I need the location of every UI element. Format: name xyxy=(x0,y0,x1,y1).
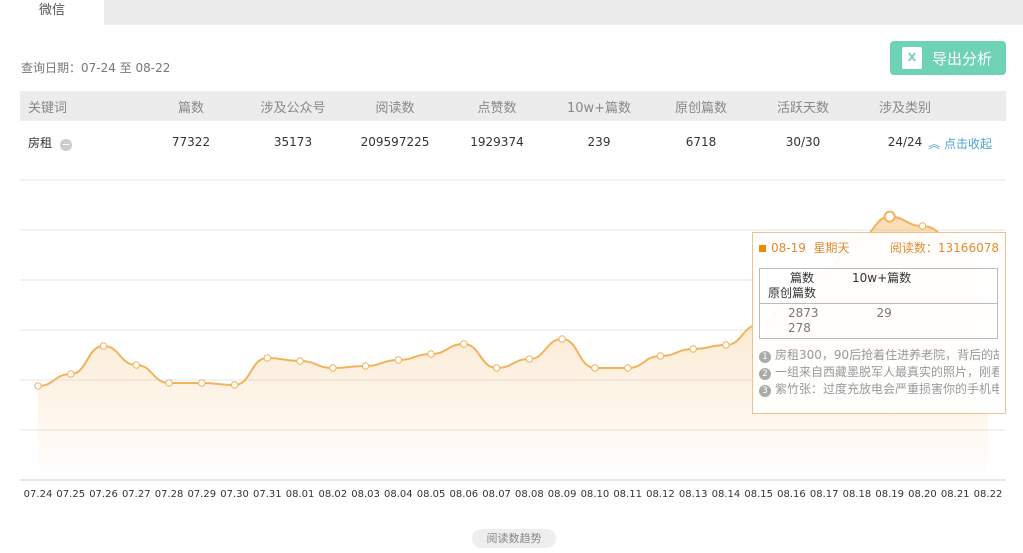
x-tick-label: 08.01 xyxy=(285,489,315,500)
x-tick-label: 08.14 xyxy=(711,489,741,500)
data-point[interactable] xyxy=(689,345,697,353)
news-title: 一组来自西藏墨脱军人最真实的照片，刚看 xyxy=(775,365,999,379)
news-title: 紫竹张：过度充放电会严重损害你的手机电 xyxy=(775,382,999,396)
data-point[interactable] xyxy=(67,370,75,378)
tooltip-val-original: 278 xyxy=(788,321,811,335)
series-marker-icon xyxy=(759,245,766,252)
tooltip-val-articles: 2873 xyxy=(788,306,819,320)
data-point[interactable] xyxy=(460,340,468,348)
news-item[interactable]: 1 房租300，90后抢着住进养老院，背后的故 xyxy=(759,347,999,364)
data-point[interactable] xyxy=(918,222,927,230)
data-point[interactable] xyxy=(492,364,501,372)
tooltip-col-10w: 10w+篇数 xyxy=(852,271,912,285)
tooltip-col-original: 原创篇数 xyxy=(768,286,817,300)
x-tick-label: 08.18 xyxy=(842,489,872,500)
x-tick-label: 08.12 xyxy=(646,489,675,500)
reads-trend-button[interactable]: 阅读数趋势 xyxy=(472,529,556,548)
news-item[interactable]: 2 一组来自西藏墨脱军人最真实的照片，刚看 xyxy=(759,364,999,381)
x-tick-label: 08.03 xyxy=(351,489,380,500)
data-point[interactable] xyxy=(394,356,403,364)
tooltip-val-10w: 29 xyxy=(876,306,892,320)
data-point[interactable] xyxy=(558,335,566,343)
x-tick-label: 08.19 xyxy=(875,489,905,500)
tooltip-date: 08-19 xyxy=(771,241,806,255)
data-point[interactable] xyxy=(591,364,599,372)
data-point[interactable] xyxy=(656,352,665,360)
data-point[interactable] xyxy=(296,357,304,365)
x-tick-label: 07.26 xyxy=(89,489,118,500)
chart-tooltip: 08-19 星期天 阅读数：13166078 篇数 10w+篇数 原创篇数 2873 2… xyxy=(752,232,1006,414)
tooltip-news-list: 1 房租300，90后抢着住进养老院，背后的故 2 一组来自西藏墨脱军人最真实的照片… xyxy=(759,347,999,398)
data-point[interactable] xyxy=(883,210,896,223)
data-point[interactable] xyxy=(623,364,632,372)
x-tick-label: 07.25 xyxy=(56,489,86,500)
data-point[interactable] xyxy=(99,342,108,350)
x-tick-label: 08.05 xyxy=(416,489,446,500)
x-tick-label: 07.31 xyxy=(252,489,282,500)
rank-1-icon: 1 xyxy=(759,351,771,363)
tooltip-table: 篇数 10w+篇数原创篇数 2873 29 278 xyxy=(759,268,998,339)
rank-2-icon: 2 xyxy=(759,368,771,380)
x-tick-label: 08.10 xyxy=(580,489,610,500)
x-tick-label: 07.27 xyxy=(121,489,151,500)
news-item[interactable]: 3 紫竹张：过度充放电会严重损害你的手机电 xyxy=(759,381,999,398)
tooltip-col-articles: 篇数 xyxy=(790,271,815,285)
rank-3-icon: 3 xyxy=(759,385,771,397)
data-point[interactable] xyxy=(198,379,206,387)
data-point[interactable] xyxy=(525,355,534,363)
data-point[interactable] xyxy=(722,341,730,349)
x-tick-label: 07.30 xyxy=(220,489,249,500)
x-tick-label: 08.02 xyxy=(318,489,348,500)
data-point[interactable] xyxy=(132,361,140,369)
x-tick-label: 08.16 xyxy=(777,489,806,500)
data-point[interactable] xyxy=(165,379,173,387)
x-tick-label: 08.08 xyxy=(515,489,544,500)
x-tick-label: 08.09 xyxy=(547,489,577,500)
data-point[interactable] xyxy=(230,381,239,389)
tooltip-reads: 阅读数：13166078 xyxy=(889,241,999,255)
x-tick-label: 08.07 xyxy=(482,489,511,500)
data-point[interactable] xyxy=(263,354,272,362)
x-tick-label: 08.13 xyxy=(678,489,708,500)
x-tick-label: 08.22 xyxy=(973,489,1003,500)
x-tick-label: 07.29 xyxy=(187,489,217,500)
x-tick-label: 08.21 xyxy=(940,489,970,500)
x-tick-label: 08.04 xyxy=(384,489,413,500)
x-tick-label: 07.28 xyxy=(154,489,184,500)
data-point[interactable] xyxy=(427,350,435,358)
x-tick-label: 07.24 xyxy=(23,489,53,500)
news-title: 房租300，90后抢着住进养老院，背后的故 xyxy=(775,348,999,362)
data-point[interactable] xyxy=(34,382,42,390)
x-tick-label: 08.06 xyxy=(449,489,479,500)
x-tick-label: 08.20 xyxy=(908,489,937,500)
data-point[interactable] xyxy=(329,364,337,372)
tooltip-weekday: 星期天 xyxy=(813,241,850,255)
x-tick-label: 08.11 xyxy=(613,489,642,500)
x-tick-label: 08.15 xyxy=(744,489,774,500)
data-point[interactable] xyxy=(361,362,370,370)
x-tick-label: 08.17 xyxy=(809,489,839,500)
